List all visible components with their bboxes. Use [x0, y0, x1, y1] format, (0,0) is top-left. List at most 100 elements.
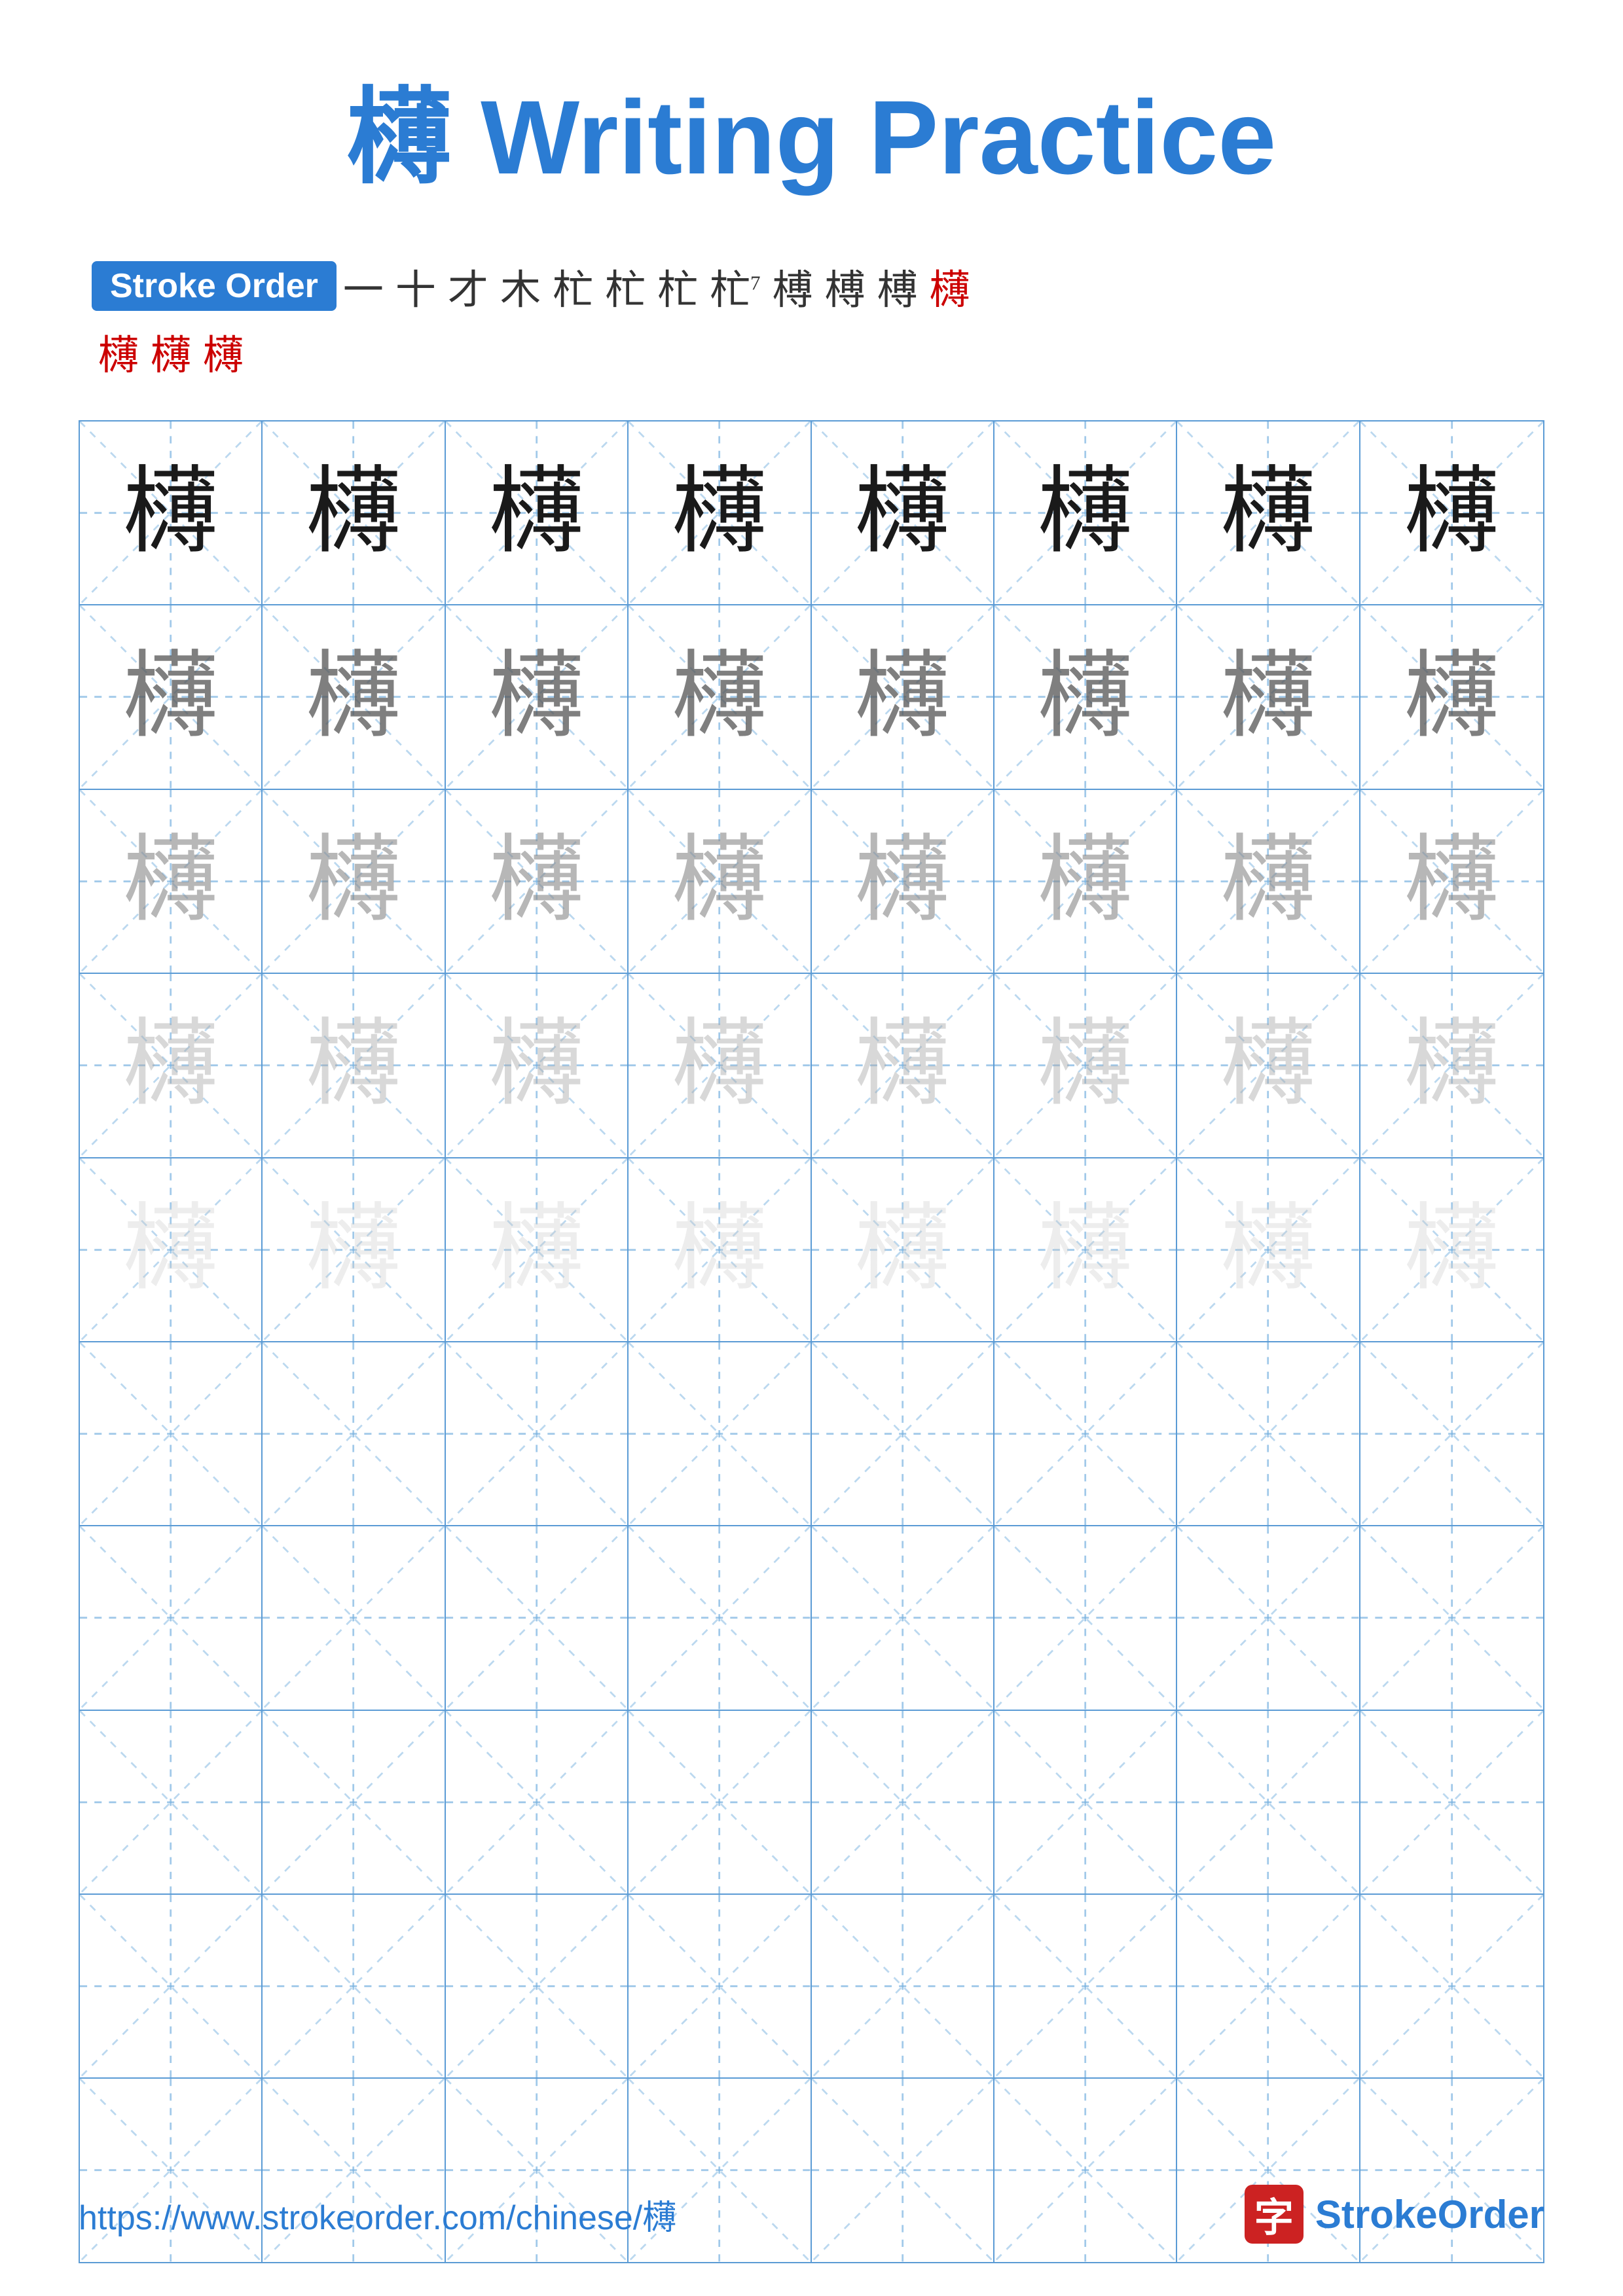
grid-cell: 欂: [994, 790, 1177, 973]
stroke-15: 欂: [203, 322, 244, 381]
grid-cell: 欂: [812, 790, 994, 973]
grid-cell: [446, 1342, 629, 1525]
page-title: 欂 Writing Practice: [79, 52, 1544, 204]
grid-row: 欂欂欂欂欂欂欂欂: [80, 974, 1543, 1158]
grid-cell: 欂: [1360, 974, 1543, 1157]
grid-cell: 欂: [812, 1158, 994, 1341]
grid-cell: [446, 1711, 629, 1893]
grid-cell: 欂: [1177, 605, 1360, 788]
grid-cell: [263, 1895, 445, 2077]
stroke-1: 一: [343, 257, 384, 315]
grid-cell: 欂: [446, 422, 629, 604]
grid-cell: [812, 1342, 994, 1525]
grid-cell: [812, 1711, 994, 1893]
stroke-order-row1: Stroke Order 一 十 才 木 杧 杧 杧 杧7 榑 榑 榑 欂: [92, 257, 1544, 315]
grid-row: [80, 1711, 1543, 1895]
grid-cell: [994, 1895, 1177, 2077]
grid-cell: [629, 1711, 811, 1893]
grid-cell: 欂: [629, 605, 811, 788]
grid-cell: 欂: [446, 1158, 629, 1341]
grid-cell: [80, 1342, 263, 1525]
grid-cell: [80, 1711, 263, 1893]
practice-char: 欂: [672, 465, 767, 560]
grid-cell: [446, 1526, 629, 1709]
grid-cell: 欂: [1177, 1158, 1360, 1341]
practice-char: 欂: [306, 650, 401, 745]
grid-cell: 欂: [80, 974, 263, 1157]
grid-cell: [80, 1895, 263, 2077]
page: 欂 Writing Practice Stroke Order 一 十 才 木 …: [0, 0, 1623, 2296]
grid-cell: 欂: [812, 422, 994, 604]
practice-char: 欂: [1038, 1018, 1133, 1113]
grid-cell: [1360, 1342, 1543, 1525]
grid-cell: 欂: [446, 974, 629, 1157]
grid-cell: 欂: [629, 790, 811, 973]
grid-cell: [1360, 1711, 1543, 1893]
stroke-4: 木: [500, 257, 541, 315]
grid-cell: [994, 1526, 1177, 1709]
practice-char: 欂: [1404, 465, 1499, 560]
stroke-5: 杧: [553, 257, 593, 315]
grid-cell: 欂: [263, 1158, 445, 1341]
footer: https://www.strokeorder.com/chinese/欂 字 …: [79, 2185, 1544, 2244]
stroke-14: 欂: [151, 322, 191, 381]
practice-char: 欂: [1038, 465, 1133, 560]
stroke-order-section: Stroke Order 一 十 才 木 杧 杧 杧 杧7 榑 榑 榑 欂 欂 …: [79, 257, 1544, 381]
grid-cell: 欂: [263, 422, 445, 604]
practice-char: 欂: [1404, 650, 1499, 745]
grid-cell: 欂: [1360, 422, 1543, 604]
practice-char: 欂: [855, 1018, 950, 1113]
grid-cell: [446, 1895, 629, 2077]
stroke-9: 榑: [773, 257, 813, 315]
practice-char: 欂: [1220, 1202, 1315, 1297]
grid-cell: [1177, 1895, 1360, 2077]
practice-char: 欂: [1220, 1018, 1315, 1113]
grid-cell: [80, 1526, 263, 1709]
grid-cell: 欂: [263, 605, 445, 788]
grid-cell: [1177, 1526, 1360, 1709]
grid-cell: 欂: [629, 422, 811, 604]
practice-char: 欂: [489, 1018, 584, 1113]
practice-char: 欂: [855, 465, 950, 560]
practice-char: 欂: [855, 1202, 950, 1297]
practice-char: 欂: [306, 1018, 401, 1113]
practice-char: 欂: [1404, 1202, 1499, 1297]
grid-row: 欂欂欂欂欂欂欂欂: [80, 790, 1543, 974]
grid-cell: 欂: [812, 974, 994, 1157]
grid-cell: 欂: [80, 422, 263, 604]
stroke-11: 榑: [877, 257, 918, 315]
practice-char: 欂: [1220, 465, 1315, 560]
practice-char: 欂: [489, 465, 584, 560]
stroke-10: 榑: [825, 257, 866, 315]
grid-cell: [263, 1342, 445, 1525]
grid-row: 欂欂欂欂欂欂欂欂: [80, 1158, 1543, 1342]
practice-char: 欂: [1038, 834, 1133, 929]
grid-cell: [629, 1526, 811, 1709]
stroke-chars-line1: 一 十 才 木 杧 杧 杧 杧7 榑 榑 榑 欂: [343, 257, 970, 315]
grid-cell: [994, 1711, 1177, 1893]
footer-logo-icon: 字: [1245, 2185, 1304, 2244]
grid-row: [80, 1526, 1543, 1710]
grid-cell: 欂: [994, 422, 1177, 604]
grid-cell: 欂: [1360, 790, 1543, 973]
footer-logo-text: StrokeOrder: [1315, 2192, 1544, 2237]
stroke-12: 欂: [930, 257, 970, 315]
grid-cell: [1360, 1895, 1543, 2077]
grid-cell: [812, 1526, 994, 1709]
practice-char: 欂: [1220, 834, 1315, 929]
grid-cell: 欂: [446, 790, 629, 973]
practice-char: 欂: [672, 1202, 767, 1297]
footer-logo: 字 StrokeOrder: [1245, 2185, 1544, 2244]
practice-char: 欂: [1404, 834, 1499, 929]
grid-cell: [629, 1895, 811, 2077]
practice-char: 欂: [306, 834, 401, 929]
grid-cell: 欂: [1360, 1158, 1543, 1341]
grid-cell: 欂: [446, 605, 629, 788]
practice-char: 欂: [123, 834, 218, 929]
practice-char: 欂: [489, 650, 584, 745]
grid-cell: 欂: [812, 605, 994, 788]
stroke-3: 才: [448, 257, 488, 315]
footer-url: https://www.strokeorder.com/chinese/欂: [79, 2190, 676, 2239]
grid-cell: [263, 1711, 445, 1893]
stroke-8: 杧7: [710, 257, 761, 315]
